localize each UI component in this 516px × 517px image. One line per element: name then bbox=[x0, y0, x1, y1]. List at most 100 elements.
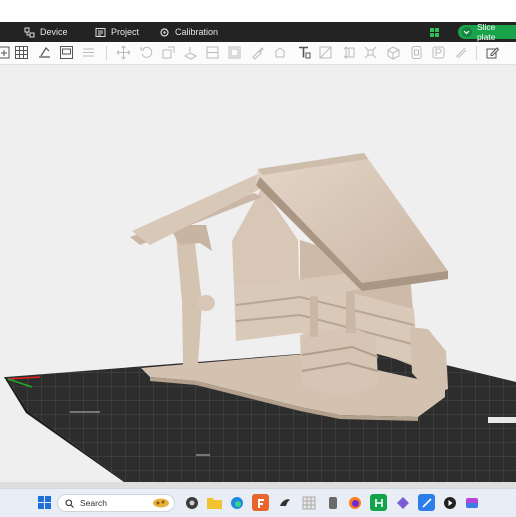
device-icon bbox=[24, 27, 35, 37]
edge-icon bbox=[230, 496, 243, 509]
viewport-canvas[interactable] bbox=[0, 65, 516, 482]
arrange-button[interactable] bbox=[13, 44, 30, 61]
windows-taskbar: Search bbox=[0, 488, 516, 517]
assembly-icon bbox=[275, 47, 285, 58]
slice-plate-label: Slice plate bbox=[476, 22, 496, 42]
start-icon bbox=[38, 496, 51, 509]
start-button[interactable] bbox=[36, 494, 53, 511]
app-orange-icon bbox=[257, 498, 264, 508]
move-button[interactable] bbox=[115, 44, 132, 61]
app-grid-icon bbox=[185, 496, 198, 509]
scale-button[interactable] bbox=[160, 44, 177, 61]
slice-plate-button[interactable]: Slice plate bbox=[458, 22, 516, 42]
auto-orient-icon bbox=[39, 47, 50, 58]
measure-button[interactable] bbox=[340, 44, 357, 61]
scale-icon bbox=[162, 46, 175, 59]
mesh-boolean-icon bbox=[228, 46, 241, 59]
app-green-icon bbox=[374, 498, 383, 507]
tab-project[interactable]: Project bbox=[95, 22, 139, 42]
taskbar-app[interactable] bbox=[300, 494, 317, 511]
file-explorer-icon bbox=[207, 498, 222, 509]
layout-plate-icon bbox=[60, 46, 73, 59]
chevron-down-icon[interactable] bbox=[462, 27, 472, 37]
3d-viewport[interactable] bbox=[0, 65, 516, 482]
firefox-icon bbox=[348, 496, 361, 509]
mesh-boolean-button[interactable] bbox=[226, 44, 243, 61]
search-placeholder: Search bbox=[80, 498, 107, 508]
auto-orient-button[interactable] bbox=[36, 44, 53, 61]
taskbar-app[interactable] bbox=[441, 494, 458, 511]
move-icon bbox=[116, 45, 131, 60]
edit-icon bbox=[486, 47, 500, 59]
taskbar-app[interactable] bbox=[394, 494, 411, 511]
toolbar-divider bbox=[476, 46, 477, 60]
app-purple-icon bbox=[396, 496, 409, 509]
taskbar-app[interactable] bbox=[183, 494, 200, 511]
color-paint-button[interactable] bbox=[430, 44, 447, 61]
app-bird-icon bbox=[279, 498, 290, 506]
emboss-button[interactable] bbox=[317, 44, 334, 61]
lay-on-face-button[interactable] bbox=[182, 44, 199, 61]
tab-calibration-label: Calibration bbox=[175, 27, 219, 37]
taskbar-app[interactable] bbox=[418, 494, 435, 511]
tab-device[interactable]: Device bbox=[24, 22, 68, 42]
fuzzy-skin-button[interactable] bbox=[452, 44, 469, 61]
taskbar-app[interactable] bbox=[228, 494, 245, 511]
add-object-icon bbox=[0, 46, 10, 59]
lay-on-face-icon bbox=[183, 47, 198, 60]
plate-label-strip bbox=[196, 454, 210, 456]
cut-button[interactable] bbox=[204, 44, 221, 61]
arrange-grid-icon bbox=[15, 46, 28, 59]
cube-view-icon bbox=[387, 46, 400, 60]
tab-device-label: Device bbox=[40, 27, 68, 37]
app-gradient-icon bbox=[465, 497, 478, 508]
text-button[interactable] bbox=[296, 44, 313, 61]
measure-icon bbox=[343, 46, 355, 59]
toolbar-divider bbox=[106, 46, 107, 60]
text-icon bbox=[299, 46, 311, 59]
search-icon bbox=[65, 498, 74, 508]
seam-paint-icon bbox=[411, 46, 422, 59]
plate-label-strip bbox=[488, 417, 516, 423]
edit-button[interactable] bbox=[484, 44, 501, 61]
app-grid-icon bbox=[302, 496, 315, 509]
tab-project-label: Project bbox=[111, 27, 140, 37]
taskbar-app[interactable] bbox=[346, 494, 363, 511]
assembly-button[interactable] bbox=[272, 44, 289, 61]
variable-layer-icon bbox=[364, 46, 377, 59]
color-paint-icon bbox=[432, 46, 445, 59]
taskbar-app[interactable] bbox=[252, 494, 269, 511]
tab-calibration[interactable]: Calibration bbox=[159, 22, 218, 42]
plate-view-icon[interactable] bbox=[430, 28, 439, 37]
add-object-button[interactable] bbox=[0, 44, 13, 61]
model-post-knot bbox=[197, 295, 215, 311]
taskbar-app[interactable] bbox=[324, 494, 341, 511]
taskbar-app[interactable] bbox=[463, 494, 480, 511]
rotate-icon bbox=[140, 46, 153, 58]
taskbar-app[interactable] bbox=[370, 494, 387, 511]
seam-paint-button[interactable] bbox=[408, 44, 425, 61]
plate-label-strip bbox=[70, 411, 100, 413]
cube-icon bbox=[319, 46, 332, 59]
top-margin bbox=[0, 0, 516, 22]
split-icon bbox=[83, 48, 94, 57]
taskbar-app[interactable] bbox=[276, 494, 293, 511]
widget-icon bbox=[153, 498, 169, 508]
layout-plate-button[interactable] bbox=[58, 44, 75, 61]
calibration-icon bbox=[160, 27, 169, 37]
model-well bbox=[300, 327, 378, 397]
cut-icon bbox=[206, 46, 219, 59]
taskbar-app[interactable] bbox=[206, 494, 223, 511]
project-icon bbox=[95, 27, 106, 37]
app-media-icon bbox=[443, 496, 456, 509]
rotate-button[interactable] bbox=[138, 44, 155, 61]
cube-view-button[interactable] bbox=[385, 44, 402, 61]
support-paint-button[interactable] bbox=[249, 44, 266, 61]
split-button[interactable] bbox=[80, 44, 97, 61]
app-grid-icon bbox=[328, 496, 337, 509]
variable-layer-button[interactable] bbox=[362, 44, 379, 61]
menu-bar: Device Project Calibration Slice plate bbox=[0, 22, 516, 42]
app-blue-icon bbox=[421, 497, 432, 508]
taskbar-search[interactable]: Search bbox=[57, 494, 175, 512]
support-paint-icon bbox=[252, 47, 264, 60]
